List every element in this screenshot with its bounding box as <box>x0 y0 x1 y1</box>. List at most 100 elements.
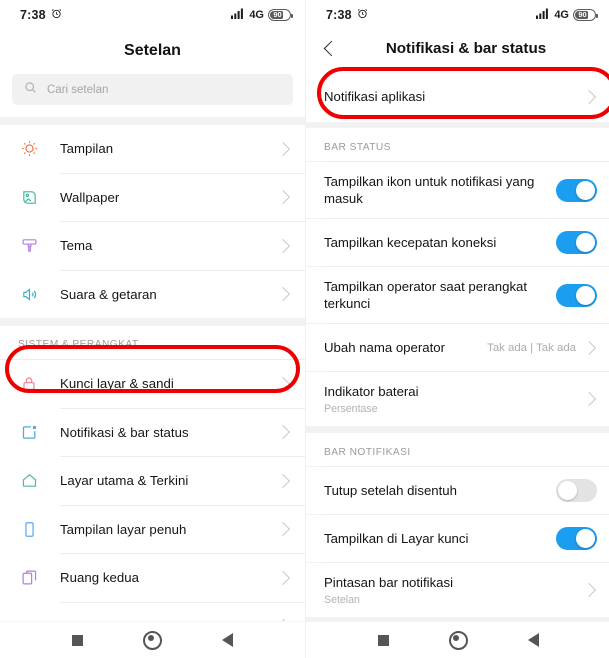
sidebar-item-label: Suara & getaran <box>60 286 157 302</box>
left-phone-screen: 7:38 4G 90 Setelan Cari setelan Tampilan… <box>0 0 305 658</box>
list-item-label: Tampilkan ikon untuk notifikasi yang mas… <box>324 174 535 206</box>
chevron-right-icon <box>275 522 291 537</box>
search-placeholder: Cari setelan <box>47 83 109 96</box>
battery-icon: 90 <box>268 9 293 21</box>
list-item-pintasan-bar-notifikasi[interactable]: Pintasan bar notifikasi Setelan <box>306 563 609 617</box>
list-item-label: Indikator baterai <box>324 384 419 399</box>
list-item-label: Pintasan bar notifikasi <box>324 575 454 590</box>
status-bar-right-group: 4G 90 <box>231 6 293 24</box>
toggle-tampilkan-operator-terkunci[interactable] <box>556 283 597 307</box>
navigation-bar-left <box>0 621 305 658</box>
list-item-text: Indikator baterai Persentase <box>324 383 584 415</box>
list-item-text: Tampilkan kecepatan koneksi <box>324 234 556 251</box>
second-space-icon <box>18 569 40 586</box>
section-header-sistem-perangkat: SISTEM & PERANGKAT <box>0 326 305 359</box>
home-icon <box>18 472 40 489</box>
sidebar-item-kunci-layar-sandi[interactable]: Kunci layar & sandi <box>0 360 305 408</box>
list-item-tampilkan-ikon-notifikasi[interactable]: Tampilkan ikon untuk notifikasi yang mas… <box>306 162 609 218</box>
battery-icon: 90 <box>573 9 598 21</box>
status-bar-left-group: 7:38 <box>326 6 368 24</box>
chevron-right-icon <box>275 141 291 156</box>
sidebar-item-label: Tampilan <box>60 141 114 157</box>
signal-bars-icon <box>536 6 550 24</box>
sidebar-item-layar-utama-terkini[interactable]: Layar utama & Terkini <box>0 457 305 505</box>
dual-screenshot: 7:38 4G 90 Setelan Cari setelan Tampilan… <box>0 0 609 658</box>
sidebar-item-tampilan-layar-penuh[interactable]: Tampilan layar penuh <box>0 505 305 553</box>
list-item-tampilkan-di-layar-kunci[interactable]: Tampilkan di Layar kunci <box>306 515 609 562</box>
list-item-indikator-baterai[interactable]: Indikator baterai Persentase <box>306 372 609 426</box>
triangle-back-icon[interactable] <box>222 633 233 647</box>
chevron-right-icon <box>581 582 597 598</box>
right-phone-screen: 7:38 4G 90 Notifikasi & bar status Notif… <box>305 0 609 658</box>
list-item-tutup-setelah-disentuh[interactable]: Tutup setelah disentuh <box>306 467 609 514</box>
battery-percent-label: 90 <box>273 10 282 20</box>
network-type-label: 4G <box>249 9 264 21</box>
circle-home-icon[interactable] <box>448 630 468 650</box>
section-header-bar-status: BAR STATUS <box>306 128 609 161</box>
list-item-notifikasi-aplikasi[interactable]: Notifikasi aplikasi <box>306 71 609 122</box>
page-title-notifications: Notifikasi & bar status <box>385 40 547 57</box>
square-recents-icon[interactable] <box>72 634 83 646</box>
toggle-tampilkan-kecepatan-koneksi[interactable] <box>556 231 597 254</box>
alarm-clock-icon <box>357 6 368 24</box>
list-item-tampilkan-kecepatan-koneksi[interactable]: Tampilkan kecepatan koneksi <box>306 219 609 266</box>
sidebar-item-wallpaper[interactable]: Wallpaper <box>0 173 305 221</box>
toggle-knob <box>576 180 595 200</box>
list-item-label: Tampilkan operator saat perangkat terkun… <box>324 279 528 311</box>
list-item-sublabel: Persentase <box>324 403 378 415</box>
sidebar-item-ruang-kedua[interactable]: Ruang kedua <box>0 554 305 602</box>
chevron-right-icon <box>275 473 291 488</box>
square-recents-icon[interactable] <box>377 634 389 646</box>
settings-group-system: Kunci layar & sandi Notifikasi & bar sta… <box>0 360 305 658</box>
chevron-right-icon <box>275 425 291 440</box>
list-item-ubah-nama-operator[interactable]: Ubah nama operator Tak ada | Tak ada <box>306 324 609 371</box>
list-item-sublabel: Setelan <box>324 594 360 606</box>
fullscreen-phone-icon <box>18 521 40 538</box>
toggle-tampilkan-ikon-notifikasi[interactable] <box>556 178 597 202</box>
chevron-right-icon <box>275 287 291 302</box>
clock-time: 7:38 <box>326 8 352 22</box>
sidebar-item-label: Wallpaper <box>60 189 120 205</box>
sidebar-item-suara-getaran[interactable]: Suara & getaran <box>0 270 305 318</box>
page-title-settings: Setelan <box>0 30 305 74</box>
sidebar-item-label: Layar utama & Terkini <box>60 473 189 489</box>
chevron-right-icon <box>275 570 291 585</box>
list-item-text: Ubah nama operator <box>324 339 487 356</box>
signal-bars-icon <box>231 6 245 24</box>
list-item-text: Tampilkan di Layar kunci <box>324 530 556 547</box>
list-item-text: Tampilkan ikon untuk notifikasi yang mas… <box>324 173 556 207</box>
search-input[interactable]: Cari setelan <box>12 74 293 105</box>
chevron-right-icon <box>275 190 291 205</box>
list-item-label: Notifikasi aplikasi <box>324 89 426 104</box>
notification-badge-icon <box>18 424 40 441</box>
circle-home-icon[interactable] <box>143 630 162 650</box>
speaker-icon <box>18 286 40 303</box>
section-gap <box>0 318 305 326</box>
toggle-tampilkan-di-layar-kunci[interactable] <box>556 527 597 550</box>
clock-time: 7:38 <box>20 8 46 22</box>
sidebar-item-label: Kunci layar & sandi <box>60 376 174 392</box>
toggle-tutup-setelah-disentuh[interactable] <box>556 479 597 502</box>
list-item-label: Tampilkan kecepatan koneksi <box>324 235 497 250</box>
toggle-knob <box>576 529 595 548</box>
list-item-tampilkan-operator-terkunci[interactable]: Tampilkan operator saat perangkat terkun… <box>306 267 609 323</box>
navigation-bar-right <box>306 621 609 658</box>
list-item-text: Notifikasi aplikasi <box>324 88 584 105</box>
status-bar-left: 7:38 4G 90 <box>0 0 305 30</box>
toggle-knob <box>576 233 595 252</box>
search-icon <box>24 81 37 99</box>
list-item-label: Ubah nama operator <box>324 340 445 355</box>
sidebar-item-label: Tema <box>60 238 93 254</box>
section-gap <box>306 426 609 433</box>
triangle-back-icon[interactable] <box>527 633 539 647</box>
sidebar-item-tampilan[interactable]: Tampilan <box>0 125 305 173</box>
list-item-text: Tutup setelah disentuh <box>324 482 556 499</box>
sidebar-item-tema[interactable]: Tema <box>0 222 305 270</box>
sidebar-item-label: Tampilan layar penuh <box>60 521 187 537</box>
theme-brush-icon <box>18 237 40 254</box>
sidebar-item-label: Notifikasi & bar status <box>60 424 189 440</box>
sidebar-item-notifikasi-bar-status[interactable]: Notifikasi & bar status <box>0 408 305 456</box>
list-item-label: Tampilkan di Layar kunci <box>324 531 469 546</box>
list-item-label: Tutup setelah disentuh <box>324 483 457 498</box>
network-type-label: 4G <box>554 9 569 21</box>
